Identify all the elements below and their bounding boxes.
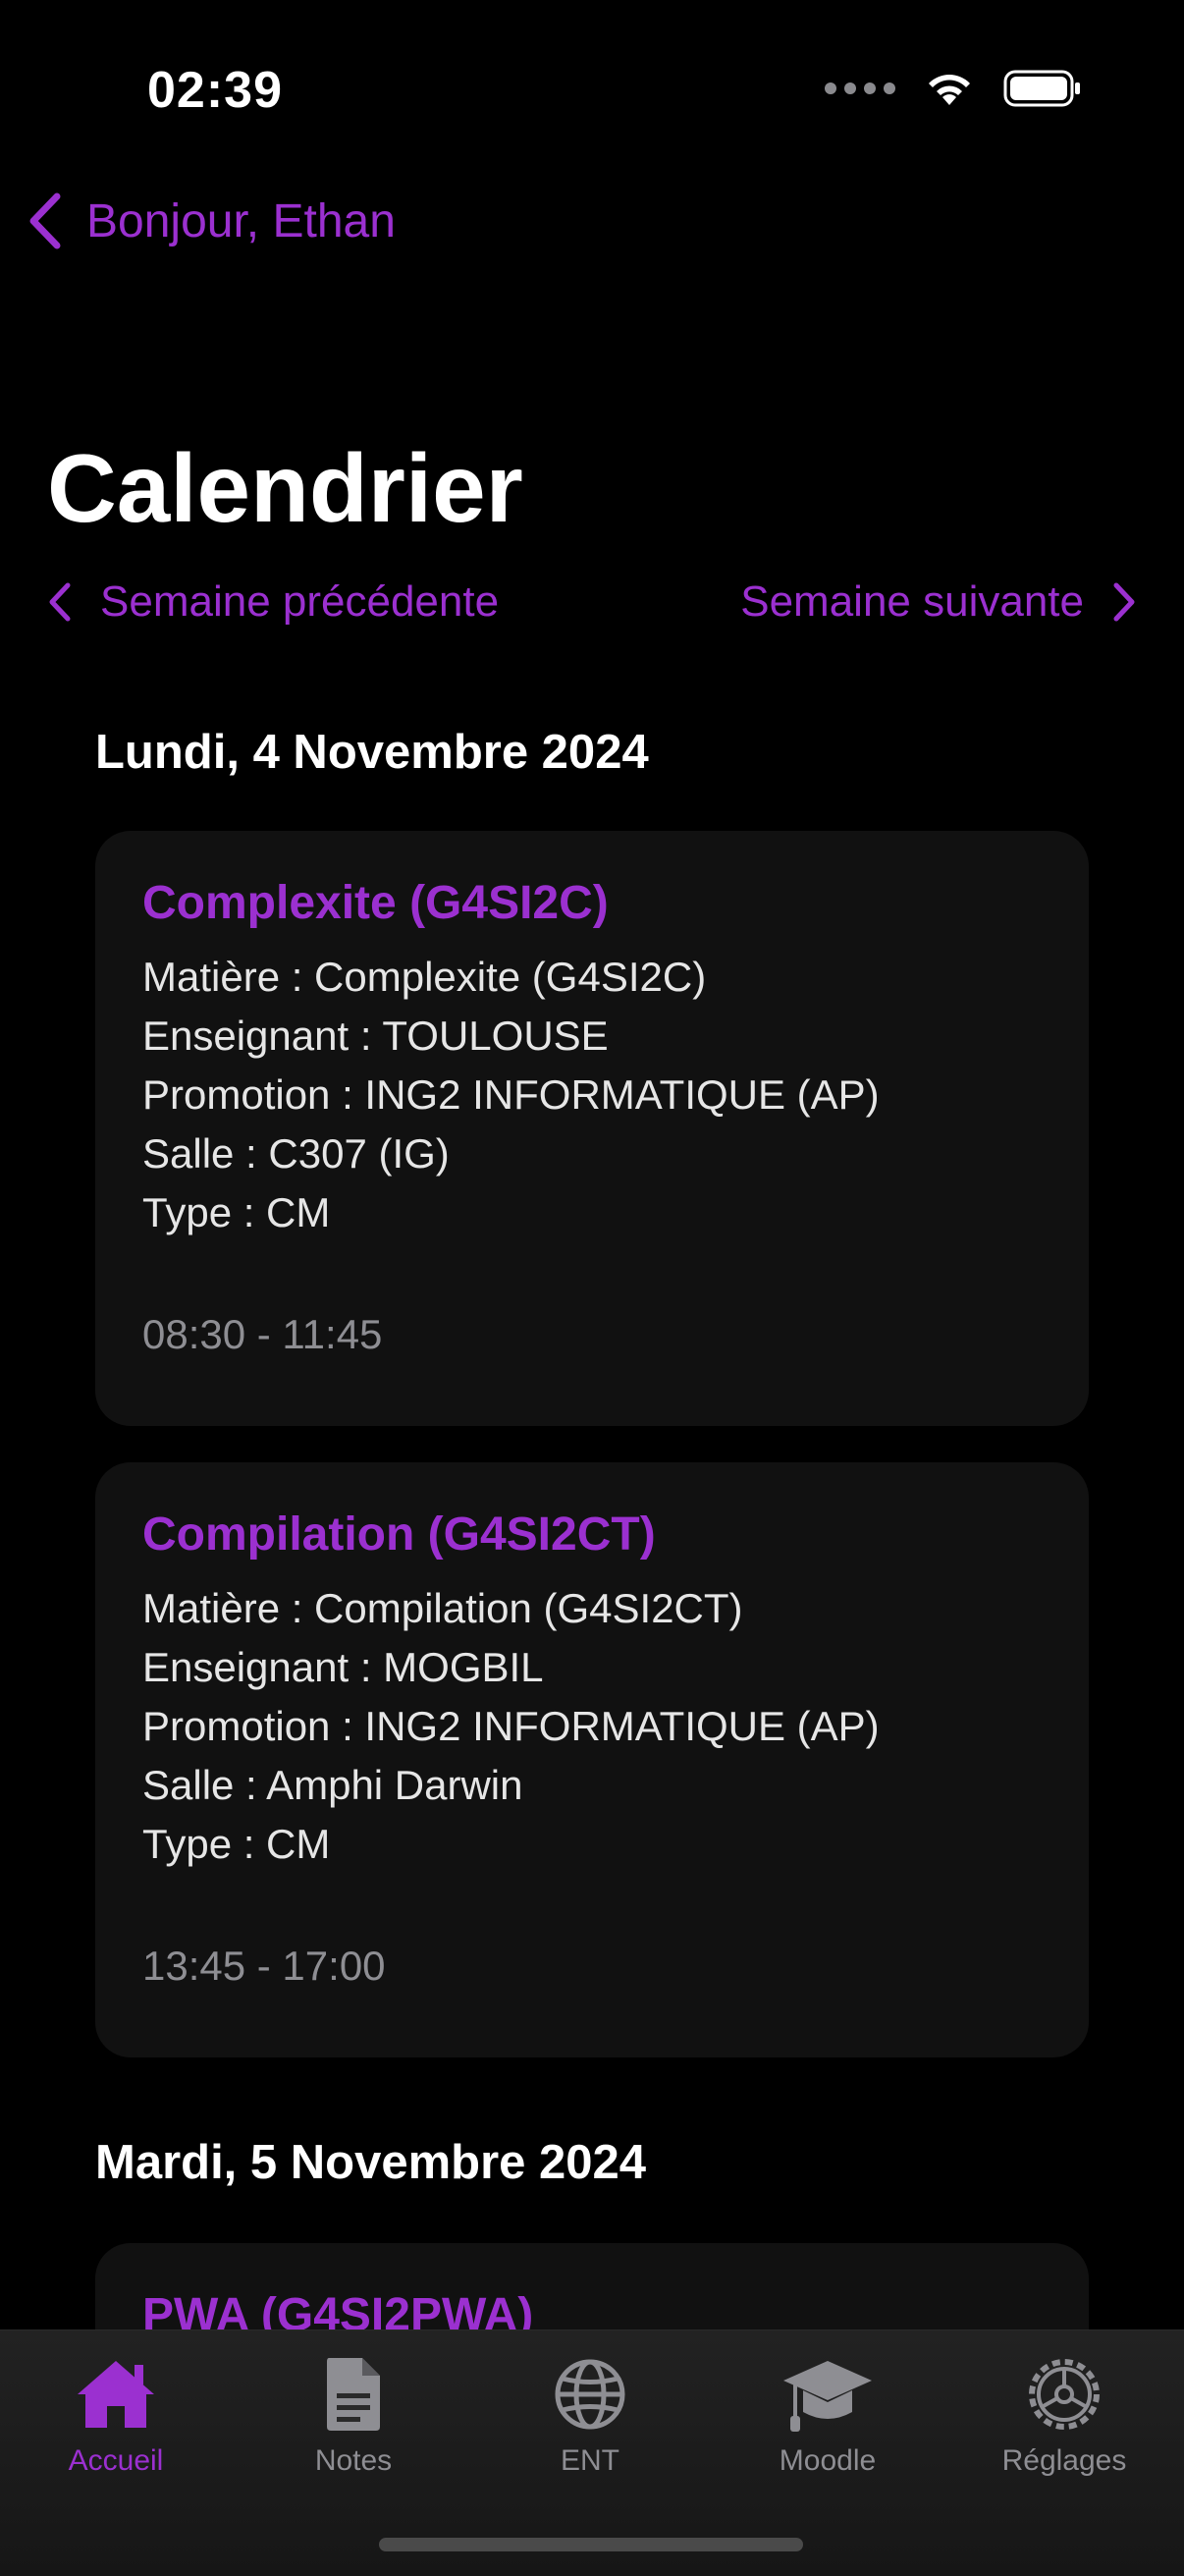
back-button[interactable]: Bonjour, Ethan: [26, 192, 396, 249]
event-card[interactable]: Compilation (G4SI2CT) Matière : Compilat…: [95, 1462, 1089, 2057]
event-title: Complexite (G4SI2C): [142, 877, 609, 929]
chevron-left-icon: [29, 192, 61, 249]
event-type: Type : CM: [142, 1189, 331, 1235]
event-card[interactable]: Complexite (G4SI2C) Matière : Complexite…: [95, 831, 1089, 1426]
tab-label: Accueil: [68, 2444, 164, 2477]
tab-notes[interactable]: Notes: [255, 2350, 452, 2478]
chevron-right-icon: [1113, 582, 1135, 622]
gear-icon: [1029, 2359, 1100, 2430]
chevron-left-icon: [49, 582, 71, 622]
cellular-icon: [825, 82, 895, 94]
event-type: Type : CM: [142, 1821, 331, 1867]
tab-reglages[interactable]: Réglages: [966, 2350, 1162, 2478]
previous-week-button[interactable]: Semaine précédente: [47, 577, 499, 627]
event-room: Salle : Amphi Darwin: [142, 1762, 523, 1808]
battery-icon: [1003, 70, 1080, 107]
page-title: Calendrier: [47, 434, 523, 542]
day-heading: Mardi, 5 Novembre 2024: [95, 2136, 647, 2189]
tab-label: Moodle: [779, 2444, 877, 2477]
event-room: Salle : C307 (IG): [142, 1130, 450, 1177]
tab-label: Réglages: [1001, 2444, 1127, 2477]
event-subject: Matière : Complexite (G4SI2C): [142, 954, 707, 1000]
next-week-button[interactable]: Semaine suivante: [740, 577, 1137, 627]
document-icon: [327, 2358, 380, 2431]
globe-icon: [555, 2359, 625, 2430]
event-teacher: Enseignant : TOULOUSE: [142, 1013, 609, 1059]
day-heading: Lundi, 4 Novembre 2024: [95, 726, 649, 779]
event-time: 13:45 - 17:00: [142, 1943, 386, 1989]
event-title: Compilation (G4SI2CT): [142, 1508, 656, 1561]
tab-label: ENT: [561, 2444, 619, 2477]
home-icon: [78, 2361, 154, 2428]
event-teacher: Enseignant : MOGBIL: [142, 1644, 544, 1690]
tab-moodle[interactable]: Moodle: [729, 2350, 926, 2478]
tab-label: Notes: [314, 2444, 393, 2477]
status-bar: 02:39: [0, 0, 1184, 187]
graduation-cap-icon: [783, 2361, 872, 2432]
event-promotion: Promotion : ING2 INFORMATIQUE (AP): [142, 1071, 880, 1118]
tab-accueil[interactable]: Accueil: [18, 2350, 214, 2478]
event-time: 08:30 - 11:45: [142, 1311, 383, 1357]
tab-ent[interactable]: ENT: [492, 2350, 688, 2478]
previous-week-label: Semaine précédente: [100, 577, 500, 626]
status-time: 02:39: [147, 62, 283, 119]
event-subject: Matière : Compilation (G4SI2CT): [142, 1585, 743, 1631]
event-promotion: Promotion : ING2 INFORMATIQUE (AP): [142, 1703, 880, 1749]
next-week-label: Semaine suivante: [740, 577, 1084, 626]
back-label: Bonjour, Ethan: [86, 194, 396, 247]
wifi-icon: [929, 75, 970, 105]
home-indicator[interactable]: [379, 2538, 803, 2551]
status-icons: [825, 69, 1082, 108]
